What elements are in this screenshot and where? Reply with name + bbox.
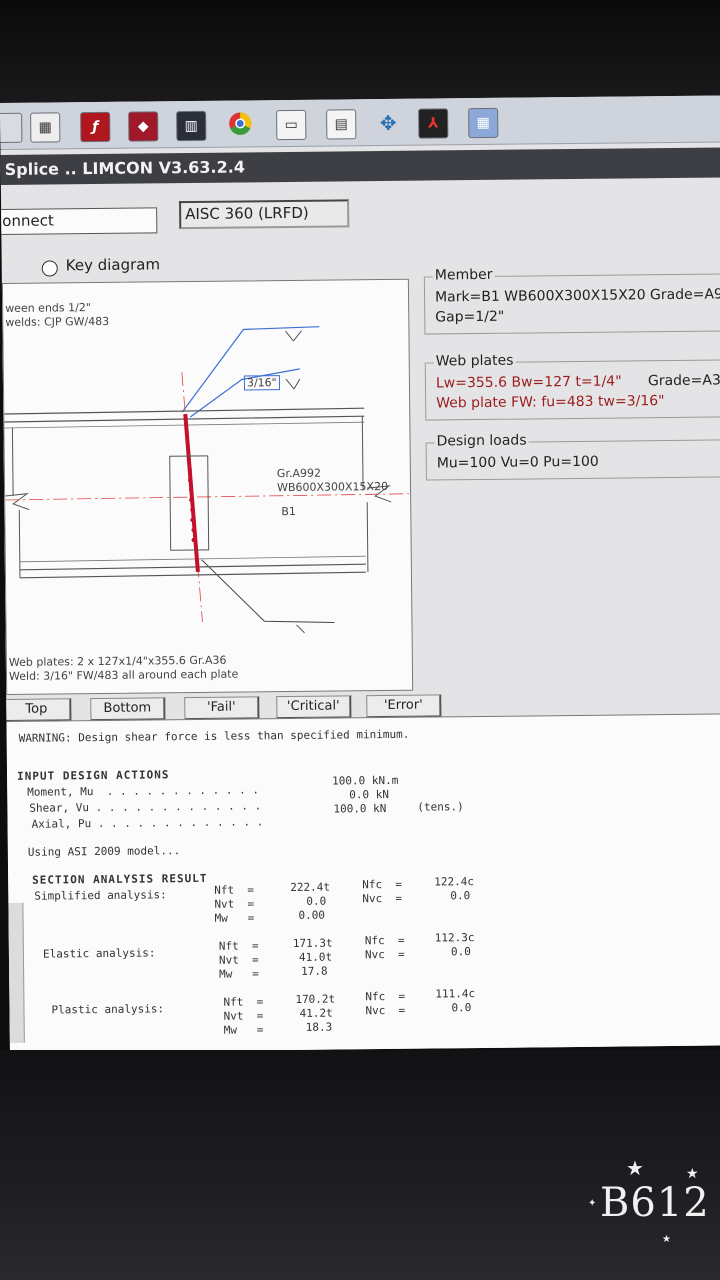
simplified-nfc: 122.4c — [434, 875, 474, 889]
elastic-nvc-label: Nvc = — [364, 947, 405, 962]
web-plates-line-1: Lw=355.6 Bw=127 t=1/4" — [435, 373, 622, 392]
elastic-nvt: 41.0t — [298, 950, 333, 964]
simplified-nft-label: Nft = — [214, 883, 255, 897]
member-title: Member — [432, 266, 495, 284]
screen: ▦ ƒ ◆ ▥ ▭ ▤ ✥ ⅄ ▦ Splice .. LIMCON V3.63… — [0, 95, 720, 1053]
elastic-nfc-label: Nfc = — [364, 933, 405, 948]
simplified-mw-label: Mw = — [214, 911, 255, 925]
weld-callout: 3/16" — [243, 375, 280, 391]
plastic-nft-label: Nft = — [223, 995, 264, 1009]
web-plates-title: Web plates — [433, 352, 516, 370]
design-loads-group: Design loads Mu=100 Vu=0 Pu=100 — [425, 432, 720, 481]
error-button[interactable]: 'Error' — [366, 694, 442, 719]
grade-label: Gr.A992 — [276, 466, 322, 481]
taskbar: ▦ ƒ ◆ ▥ ▭ ▤ ✥ ⅄ ▦ — [0, 95, 720, 150]
network-icon[interactable]: ✥ — [374, 108, 403, 138]
report-output[interactable]: WARNING: Design shear force is less than… — [6, 713, 720, 1053]
member-line-2: Gap=1/2" — [435, 308, 505, 326]
window-title: Splice .. LIMCON V3.63.2.4 — [0, 147, 720, 185]
elastic-mw: 17.8 — [301, 964, 328, 978]
plastic-nfc-label: Nfc = — [365, 989, 406, 1004]
axial-label: Axial, Pu . . . . . . . . . . . . . — [31, 815, 264, 831]
member-line-1: Mark=B1 WB600X300X15X20 Grade=A992 — [434, 286, 720, 306]
chrome-icon[interactable] — [226, 110, 255, 139]
splice-drawing: ween ends 1/2" welds: CJP GW/483 3/16" G… — [1, 278, 414, 695]
plastic-nft: 170.2t — [295, 992, 336, 1006]
connect-field[interactable]: onnect — [0, 207, 158, 236]
watermark-logo: B612 ★ ★ ✦ ★ — [588, 1156, 710, 1245]
section-heading: SECTION ANALYSIS RESULT — [32, 871, 208, 887]
beam-splice-diagram — [4, 326, 411, 634]
bottom-button[interactable]: Bottom — [90, 697, 166, 722]
web-plates-line-2: Web plate FW: fu=483 tw=3/16" — [436, 393, 665, 412]
elastic-nfc: 112.3c — [434, 931, 475, 945]
shear-value: 0.0 kN — [349, 787, 390, 802]
simplified-label: Simplified analysis: — [34, 888, 167, 903]
axial-note: (tens.) — [417, 800, 464, 814]
window-icon-2[interactable]: ▤ — [326, 109, 357, 140]
section-label: WB600X300X15X20 — [276, 479, 389, 495]
monitor-bezel-bottom — [0, 1050, 720, 1280]
fail-button[interactable]: 'Fail' — [184, 696, 260, 721]
model-line: Using ASI 2009 model... — [27, 844, 181, 859]
elastic-nvc: 0.0 — [450, 945, 471, 959]
plastic-nfc: 111.4c — [435, 987, 476, 1001]
plastic-nvc-label: Nvc = — [365, 1003, 406, 1018]
watermark-text: B612 — [600, 1180, 710, 1226]
star-icon: ★ — [686, 1166, 700, 1182]
fi-app-icon[interactable]: ƒ — [80, 111, 111, 143]
note-web-plates: Web plates: 2 x 127x1/4"x355.6 Gr.A36 — [8, 653, 227, 669]
design-loads-line: Mu=100 Vu=0 Pu=100 — [436, 453, 599, 472]
top-button[interactable]: Top — [2, 698, 72, 723]
calc-grid-icon[interactable]: ▦ — [30, 112, 61, 143]
simplified-nvc: 0.0 — [450, 889, 471, 903]
elastic-nft-label: Nft = — [218, 939, 259, 953]
plastic-nvt: 41.2t — [299, 1006, 333, 1020]
input-heading: INPUT DESIGN ACTIONS — [16, 768, 170, 783]
moment-value: 100.0 kN.m — [332, 773, 399, 788]
simplified-nvt: 0.0 — [306, 894, 327, 908]
simplified-nvt-label: Nvt = — [214, 897, 255, 911]
moment-label: Moment, Mu . . . . . . . . . . . . — [27, 783, 260, 799]
pdf-icon[interactable]: ⅄ — [418, 108, 449, 139]
star-icon: ★ — [626, 1156, 645, 1180]
web-plates-grade: Grade=A36 — [647, 372, 720, 390]
left-panel-edge — [8, 902, 25, 1043]
plastic-mw: 18.3 — [305, 1020, 333, 1034]
note-weld: Weld: 3/16" FW/483 all around each plate — [8, 667, 239, 683]
key-diagram-radio[interactable] — [41, 260, 58, 277]
monitor-bezel-top — [0, 0, 720, 105]
red-grid-icon[interactable]: ◆ — [128, 111, 159, 142]
plastic-nvc: 0.0 — [451, 1001, 472, 1015]
explorer-icon[interactable]: ▥ — [176, 110, 207, 142]
warning-text: WARNING: Design shear force is less than… — [18, 727, 410, 745]
elastic-label: Elastic analysis: — [42, 946, 156, 961]
member-group: Member Mark=B1 WB600X300X15X20 Grade=A99… — [423, 266, 720, 335]
plastic-nvt-label: Nvt = — [223, 1009, 264, 1023]
critical-button[interactable]: 'Critical' — [276, 695, 352, 720]
design-code-field[interactable]: AISC 360 (LRFD) — [179, 199, 350, 230]
mark-label: B1 — [281, 504, 296, 519]
design-loads-title: Design loads — [434, 432, 529, 450]
elastic-mw-label: Mw = — [219, 967, 259, 981]
elastic-nft: 171.3t — [292, 936, 333, 950]
web-plates-group: Web plates Lw=355.6 Bw=127 t=1/4" Grade=… — [424, 352, 720, 421]
plastic-mw-label: Mw = — [223, 1023, 264, 1037]
window-icon-1[interactable]: ▭ — [276, 109, 307, 141]
star-icon: ✦ — [588, 1198, 598, 1209]
simplified-nft: 222.4t — [290, 880, 331, 895]
star-icon: ★ — [662, 1234, 672, 1245]
simplified-mw: 0.00 — [298, 908, 326, 922]
shear-label: Shear, Vu . . . . . . . . . . . . . — [29, 799, 262, 815]
key-diagram-label: Key diagram — [65, 255, 161, 275]
app-icon[interactable] — [0, 112, 23, 144]
axial-value: 100.0 kN — [333, 801, 387, 816]
plastic-label: Plastic analysis: — [51, 1002, 165, 1017]
simplified-nfc-label: Nfc = — [362, 877, 403, 892]
note-gap: ween ends 1/2" — [5, 301, 91, 315]
calculator-icon[interactable]: ▦ — [468, 107, 499, 139]
simplified-nvc-label: Nvc = — [362, 891, 403, 906]
elastic-nvt-label: Nvt = — [218, 953, 259, 967]
